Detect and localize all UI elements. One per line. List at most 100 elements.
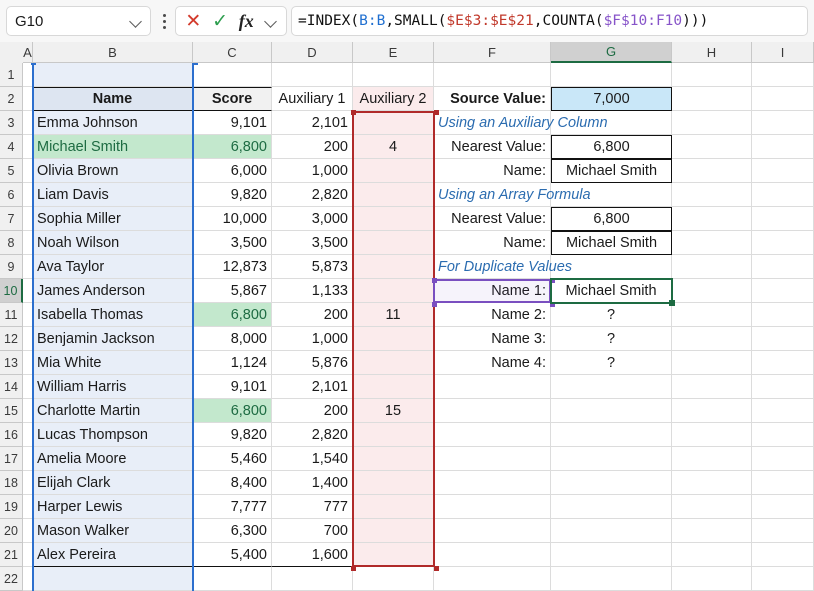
cell-I15[interactable] (752, 399, 814, 423)
cell-aux1-20[interactable]: 700 (272, 519, 353, 543)
cell-A12[interactable] (23, 327, 33, 351)
column-header-d[interactable]: D (272, 42, 353, 63)
cell-A13[interactable] (23, 351, 33, 375)
cell-A21[interactable] (23, 543, 33, 567)
cell-F1[interactable] (434, 63, 551, 87)
cell-aux1-16[interactable]: 2,820 (272, 423, 353, 447)
cell-A19[interactable] (23, 495, 33, 519)
row-header-10[interactable]: 10 (0, 279, 23, 303)
cell-name-7[interactable]: Sophia Miller (33, 207, 193, 231)
cell-C22[interactable] (193, 567, 272, 591)
cell-H7[interactable] (672, 207, 752, 231)
cell-aux1-15[interactable]: 200 (272, 399, 353, 423)
cell-aux1-11[interactable]: 200 (272, 303, 353, 327)
cell-score-13[interactable]: 1,124 (193, 351, 272, 375)
row-header-13[interactable]: 13 (0, 351, 23, 375)
cell-aux2-11[interactable]: 11 (353, 303, 434, 327)
cancel-icon[interactable]: ✕ (185, 12, 201, 31)
cell-score-8[interactable]: 3,500 (193, 231, 272, 255)
row-header-17[interactable]: 17 (0, 447, 23, 471)
row-header-8[interactable]: 8 (0, 231, 23, 255)
cell-F17[interactable] (434, 447, 551, 471)
label-dup-4[interactable]: Name 4: (434, 351, 551, 375)
cell-score-19[interactable]: 7,777 (193, 495, 272, 519)
cell-A11[interactable] (23, 303, 33, 327)
section-title-auxiliary-column[interactable]: Using an Auxiliary Column (434, 111, 672, 135)
cell-score-20[interactable]: 6,300 (193, 519, 272, 543)
cell-I2[interactable] (752, 87, 814, 111)
cell-I8[interactable] (752, 231, 814, 255)
cell-aux2-16[interactable] (353, 423, 434, 447)
cell-H4[interactable] (672, 135, 752, 159)
value-name-2[interactable]: Michael Smith (551, 231, 672, 255)
cell-aux2-12[interactable] (353, 327, 434, 351)
column-header-b[interactable]: B (33, 42, 193, 63)
cell-G15[interactable] (551, 399, 672, 423)
cell-D1[interactable] (272, 63, 353, 87)
cell-aux1-4[interactable]: 200 (272, 135, 353, 159)
cell-aux2-4[interactable]: 4 (353, 135, 434, 159)
cell-A15[interactable] (23, 399, 33, 423)
cell-G16[interactable] (551, 423, 672, 447)
cell-aux1-10[interactable]: 1,133 (272, 279, 353, 303)
cell-aux2-6[interactable] (353, 183, 434, 207)
cell-H12[interactable] (672, 327, 752, 351)
cell-H22[interactable] (672, 567, 752, 591)
cell-E22[interactable] (353, 567, 434, 591)
cell-A14[interactable] (23, 375, 33, 399)
header-auxiliary-2[interactable]: Auxiliary 2 (353, 87, 434, 111)
label-source-value[interactable]: Source Value: (434, 87, 551, 111)
cell-name-14[interactable]: William Harris (33, 375, 193, 399)
cell-F14[interactable] (434, 375, 551, 399)
cell-H16[interactable] (672, 423, 752, 447)
cell-name-20[interactable]: Mason Walker (33, 519, 193, 543)
cell-score-17[interactable]: 5,460 (193, 447, 272, 471)
cell-I19[interactable] (752, 495, 814, 519)
cell-H14[interactable] (672, 375, 752, 399)
cell-A6[interactable] (23, 183, 33, 207)
row-header-12[interactable]: 12 (0, 327, 23, 351)
cell-G14[interactable] (551, 375, 672, 399)
column-header-g[interactable]: G (551, 42, 672, 63)
value-dup-3[interactable]: ? (551, 327, 672, 351)
cell-G18[interactable] (551, 471, 672, 495)
value-dup-2[interactable]: ? (551, 303, 672, 327)
cell-I18[interactable] (752, 471, 814, 495)
cell-aux2-9[interactable] (353, 255, 434, 279)
cell-G1[interactable] (551, 63, 672, 87)
row-header-9[interactable]: 9 (0, 255, 23, 279)
cell-aux1-13[interactable]: 5,876 (272, 351, 353, 375)
cell-aux2-21[interactable] (353, 543, 434, 567)
cell-name-12[interactable]: Benjamin Jackson (33, 327, 193, 351)
cell-F15[interactable] (434, 399, 551, 423)
row-header-5[interactable]: 5 (0, 159, 23, 183)
function-icon[interactable]: fx (239, 11, 254, 32)
cell-F16[interactable] (434, 423, 551, 447)
section-title-array-formula[interactable]: Using an Array Formula (434, 183, 672, 207)
cell-A16[interactable] (23, 423, 33, 447)
row-header-4[interactable]: 4 (0, 135, 23, 159)
value-nearest-value-1[interactable]: 6,800 (551, 135, 672, 159)
cell-aux2-5[interactable] (353, 159, 434, 183)
spreadsheet-grid[interactable]: ABCDEFGHI 123456789101112131415161718192… (0, 42, 814, 591)
formula-input[interactable]: =INDEX(B:B,SMALL($E$3:$E$21,COUNTA($F$10… (291, 6, 808, 36)
name-box[interactable]: G10 (6, 6, 151, 36)
cell-H2[interactable] (672, 87, 752, 111)
cell-aux1-21[interactable]: 1,600 (272, 543, 353, 567)
cell-name-15[interactable]: Charlotte Martin (33, 399, 193, 423)
cell-name-21[interactable]: Alex Pereira (33, 543, 193, 567)
cell-H10[interactable] (672, 279, 752, 303)
row-header-6[interactable]: 6 (0, 183, 23, 207)
cell-aux2-19[interactable] (353, 495, 434, 519)
cell-A4[interactable] (23, 135, 33, 159)
cell-H17[interactable] (672, 447, 752, 471)
value-nearest-value-2[interactable]: 6,800 (551, 207, 672, 231)
cell-A10[interactable] (23, 279, 33, 303)
cell-F18[interactable] (434, 471, 551, 495)
row-header-15[interactable]: 15 (0, 399, 23, 423)
cell-H11[interactable] (672, 303, 752, 327)
more-options-icon[interactable] (155, 6, 173, 36)
chevron-down-icon-fx[interactable] (265, 15, 277, 27)
cell-H6[interactable] (672, 183, 752, 207)
cell-I17[interactable] (752, 447, 814, 471)
